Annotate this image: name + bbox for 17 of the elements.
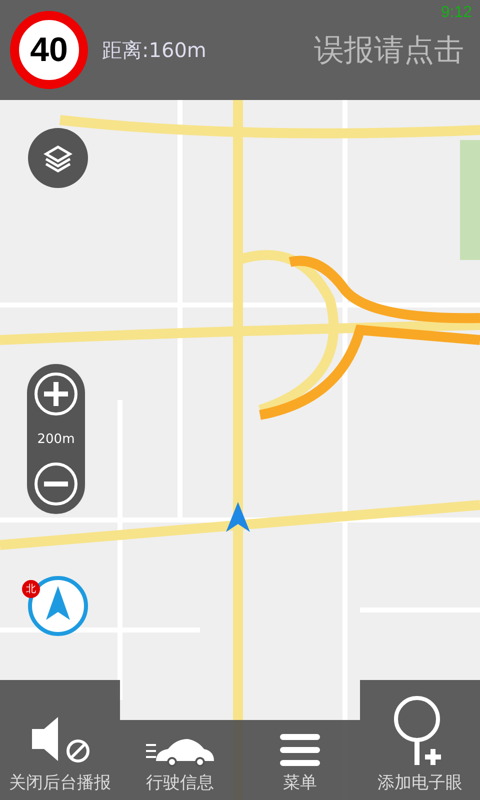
zoom-out-button[interactable] <box>34 462 78 506</box>
speed-limit-sign: 40 <box>10 11 88 89</box>
add-camera-button[interactable]: 添加电子眼 <box>360 680 480 800</box>
status-time: 9:12 <box>440 4 472 22</box>
report-button[interactable]: 误报请点击 <box>314 30 464 70</box>
car-button[interactable]: 行驶信息 <box>120 720 240 800</box>
minus-icon <box>34 462 78 506</box>
menu-button[interactable]: 菜单 <box>240 720 360 800</box>
zoom-in-button[interactable] <box>34 372 78 416</box>
compass-button[interactable]: 北 <box>24 572 92 640</box>
distance-text: 距离:160m <box>102 36 206 64</box>
menu-icon <box>280 733 320 767</box>
plus-icon <box>34 372 78 416</box>
layers-icon <box>43 143 73 173</box>
scale-label: 200m <box>37 432 75 446</box>
compass-icon <box>26 574 90 638</box>
mute-button[interactable]: 关闭后台播报 <box>0 680 120 800</box>
